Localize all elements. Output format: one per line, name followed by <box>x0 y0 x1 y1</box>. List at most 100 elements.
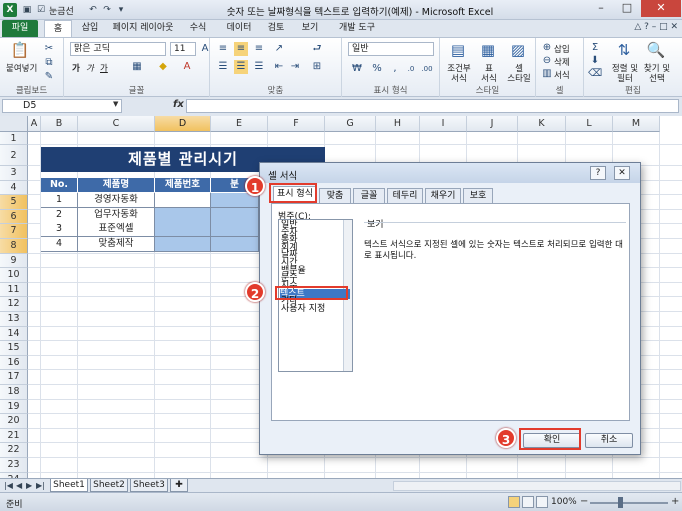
row-header-8[interactable]: 8 <box>0 239 28 254</box>
row-header-16[interactable]: 16 <box>0 355 28 371</box>
cancel-button[interactable]: 취소 <box>585 433 633 448</box>
customize-qat-icon[interactable]: ▾ <box>114 3 128 17</box>
first-sheet-icon[interactable]: |◀ <box>4 481 13 490</box>
zoom-in-button[interactable]: + <box>671 496 679 507</box>
column-header-m[interactable]: M <box>613 116 660 132</box>
format-cells-label[interactable]: 서식 <box>554 69 570 81</box>
paste-label[interactable]: 붙여넣기 <box>6 62 37 74</box>
row-header-14[interactable]: 14 <box>0 326 28 342</box>
row-header-22[interactable]: 22 <box>0 443 28 458</box>
row-header-6[interactable]: 6 <box>0 209 28 225</box>
cell-product-number[interactable] <box>155 222 211 238</box>
align-center-icon[interactable]: ☰ <box>234 60 248 74</box>
cell-product-name[interactable]: 표준엑셀 <box>78 222 155 238</box>
cell-product-name[interactable]: 경영자동화 <box>78 193 155 208</box>
column-header-i[interactable]: I <box>420 116 467 132</box>
tab-formulas[interactable]: 수식 <box>186 20 210 37</box>
excel-logo-icon[interactable]: X <box>3 3 17 17</box>
zoom-slider[interactable] <box>590 502 668 504</box>
minimize-button[interactable]: – <box>588 0 614 17</box>
column-header-j[interactable]: J <box>467 116 518 132</box>
underline-button[interactable]: 가 <box>100 62 108 74</box>
row-header-11[interactable]: 11 <box>0 282 28 298</box>
dialog-help-button[interactable]: ? <box>590 166 606 180</box>
tab-fill[interactable]: 채우기 <box>425 188 461 203</box>
header-no[interactable]: No. <box>41 178 78 192</box>
column-header-c[interactable]: C <box>78 116 155 132</box>
cell-styles-icon[interactable]: ▨ <box>506 40 530 60</box>
zoom-slider-knob[interactable] <box>618 497 623 508</box>
column-header-a[interactable]: A <box>28 116 41 132</box>
delete-cells-icon[interactable]: ⊖ <box>540 54 554 68</box>
number-format-select[interactable]: 일반 <box>348 42 434 56</box>
align-right-icon[interactable]: ☰ <box>252 60 266 74</box>
tab-page-layout[interactable]: 페이지 레이아웃 <box>108 20 178 37</box>
redo-icon[interactable]: ↷ <box>100 3 114 17</box>
tab-file[interactable]: 파일 <box>2 20 38 37</box>
tab-border[interactable]: 테두리 <box>387 188 423 203</box>
checkbox-icon[interactable]: ☑ <box>34 3 48 17</box>
dialog-close-button[interactable]: ✕ <box>614 166 630 180</box>
row-header-4[interactable]: 4 <box>0 180 28 196</box>
last-sheet-icon[interactable]: ▶| <box>36 481 45 490</box>
cut-icon[interactable]: ✂ <box>42 42 56 56</box>
indent-decrease-icon[interactable]: ⇤ <box>272 60 286 74</box>
row-header-21[interactable]: 21 <box>0 428 28 444</box>
find-select-label[interactable]: 찾기 및 선택 <box>640 64 674 84</box>
row-header-7[interactable]: 7 <box>0 224 28 239</box>
select-all-corner[interactable] <box>0 116 28 132</box>
sheet-tab-1[interactable]: Sheet1 <box>50 479 88 492</box>
next-sheet-icon[interactable]: ▶ <box>26 481 32 490</box>
maximize-button[interactable]: □ <box>614 0 640 17</box>
merge-center-icon[interactable]: ⊞ <box>310 60 324 74</box>
copy-icon[interactable]: ⧉ <box>42 56 56 70</box>
comma-icon[interactable]: , <box>388 62 402 76</box>
cell-product-number[interactable] <box>155 207 211 223</box>
align-bottom-icon[interactable]: ≡ <box>252 42 266 56</box>
row-header-1[interactable]: 1 <box>0 132 28 145</box>
decrease-decimal-icon[interactable]: .00 <box>420 62 434 76</box>
autosum-icon[interactable]: Σ <box>588 41 602 55</box>
insert-cells-label[interactable]: 삽입 <box>554 43 570 55</box>
format-table-label[interactable]: 표 서식 <box>474 64 504 84</box>
undo-icon[interactable]: ↶ <box>86 3 100 17</box>
page-layout-view-icon[interactable] <box>522 496 534 508</box>
delete-cells-label[interactable]: 삭제 <box>554 56 570 68</box>
cell-no[interactable]: 4 <box>41 236 78 252</box>
indent-increase-icon[interactable]: ⇥ <box>288 60 302 74</box>
paste-icon[interactable]: 📋 <box>8 40 32 60</box>
conditional-format-label[interactable]: 조건부 서식 <box>444 64 474 84</box>
row-header-15[interactable]: 15 <box>0 341 28 356</box>
tab-review[interactable]: 검토 <box>264 20 288 37</box>
category-item[interactable]: 사용자 지정 <box>281 304 325 314</box>
tab-developer[interactable]: 개발 도구 <box>334 20 380 37</box>
tab-home[interactable]: 홈 <box>44 20 72 37</box>
row-header-23[interactable]: 23 <box>0 458 28 473</box>
orientation-icon[interactable]: ↗ <box>272 42 286 56</box>
conditional-format-icon[interactable]: ▤ <box>446 40 470 60</box>
sort-filter-icon[interactable]: ⇅ <box>612 40 636 60</box>
align-left-icon[interactable]: ☰ <box>216 60 230 74</box>
save-icon[interactable]: ▣ <box>20 3 34 17</box>
zoom-level[interactable]: 100% <box>551 497 577 507</box>
row-header-2[interactable]: 2 <box>0 145 28 166</box>
chevron-down-icon[interactable]: ▼ <box>113 100 118 108</box>
align-middle-icon[interactable]: ≡ <box>234 42 248 56</box>
row-header-13[interactable]: 13 <box>0 312 28 327</box>
row-header-12[interactable]: 12 <box>0 297 28 312</box>
sheet-tab-3[interactable]: Sheet3 <box>130 479 168 492</box>
cell-no[interactable]: 3 <box>41 222 78 238</box>
column-header-k[interactable]: K <box>518 116 566 132</box>
tab-protection[interactable]: 보호 <box>463 188 493 203</box>
gridlines-label[interactable]: 눈금선 <box>49 4 74 17</box>
horizontal-scrollbar[interactable] <box>393 481 681 491</box>
border-icon[interactable]: ▦ <box>130 60 144 74</box>
page-break-view-icon[interactable] <box>536 496 548 508</box>
sort-filter-label[interactable]: 정렬 및 필터 <box>608 64 642 84</box>
formula-input[interactable] <box>186 99 679 113</box>
find-select-icon[interactable]: 🔍 <box>644 40 668 60</box>
close-button[interactable]: ✕ <box>641 0 681 17</box>
font-color-icon[interactable]: A <box>180 60 194 74</box>
cell-styles-label[interactable]: 셀 스타일 <box>504 64 534 84</box>
fill-icon[interactable]: ⬇ <box>588 54 602 68</box>
